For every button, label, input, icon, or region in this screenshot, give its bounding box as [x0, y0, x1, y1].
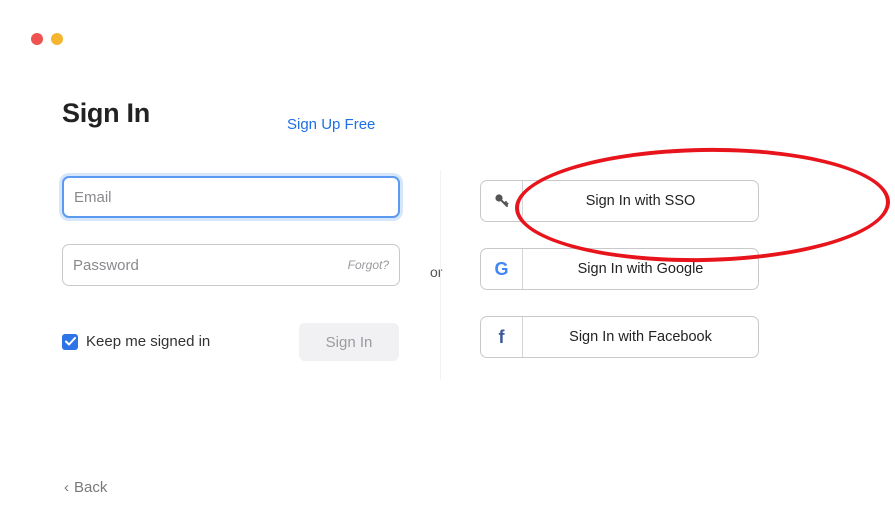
sign-in-sso-button[interactable]: Sign In with SSO — [480, 180, 759, 222]
keep-signed-in-label: Keep me signed in — [86, 333, 211, 350]
page-title: Sign In — [62, 98, 150, 128]
checkbox-checked-icon[interactable] — [62, 333, 78, 350]
email-input[interactable] — [74, 188, 388, 206]
chevron-left-icon: ‹ — [64, 479, 69, 496]
minimize-window-button[interactable] — [51, 33, 63, 45]
close-window-button[interactable] — [31, 33, 43, 45]
back-button[interactable]: ‹ Back — [64, 479, 107, 496]
password-input[interactable] — [73, 256, 348, 274]
keep-signed-in-checkbox[interactable]: Keep me signed in — [62, 333, 210, 350]
vertical-divider — [440, 170, 441, 380]
password-field[interactable]: Forgot? — [62, 244, 400, 286]
sign-in-google-button[interactable]: G Sign In with Google — [480, 248, 759, 290]
email-field[interactable] — [62, 176, 400, 218]
sign-in-button[interactable]: Sign In — [299, 323, 399, 361]
facebook-icon: f — [481, 317, 523, 357]
back-label: Back — [74, 479, 108, 496]
window-controls — [31, 33, 63, 45]
facebook-button-label: Sign In with Facebook — [569, 329, 712, 345]
sign-up-free-link[interactable]: Sign Up Free — [287, 116, 375, 133]
google-button-label: Sign In with Google — [577, 261, 704, 277]
forgot-password-link[interactable]: Forgot? — [348, 258, 389, 272]
key-icon — [481, 181, 523, 221]
sso-button-label: Sign In with SSO — [585, 193, 696, 209]
google-icon: G — [481, 249, 523, 289]
sign-in-facebook-button[interactable]: f Sign In with Facebook — [480, 316, 759, 358]
